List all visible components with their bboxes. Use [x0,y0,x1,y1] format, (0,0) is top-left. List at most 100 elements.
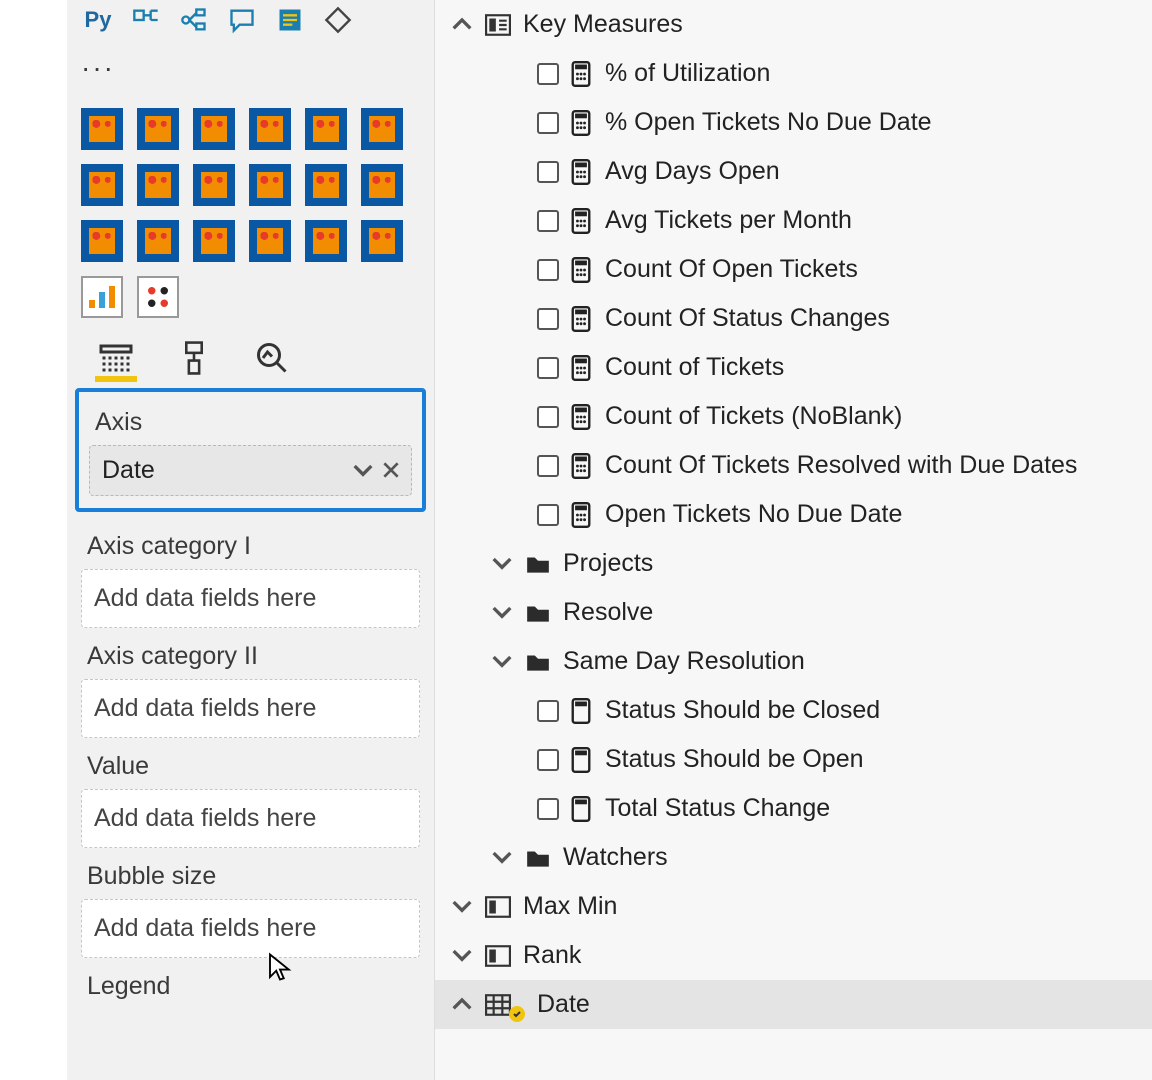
custom-visual-icon[interactable] [193,108,235,150]
field-label: Status Should be Closed [605,696,880,725]
custom-visual-icon[interactable] [137,164,179,206]
visualizations-panel: ▭ ▭ ▭ ▦ ▦ R Py ··· [67,0,435,1080]
checkbox[interactable] [537,357,559,379]
checkbox[interactable] [537,112,559,134]
tree-field[interactable]: % of Utilization [435,49,1152,98]
field-label: Avg Days Open [605,157,780,186]
custom-visual-icon[interactable] [361,220,403,262]
custom-visual-icon[interactable] [305,164,347,206]
tree-field[interactable]: Avg Days Open [435,147,1152,196]
remove-icon[interactable] [383,456,399,485]
tree-field[interactable]: Count of Tickets (NoBlank) [435,392,1152,441]
checkbox[interactable] [537,749,559,771]
measure-icon [571,747,593,773]
custom-visual-icon[interactable] [361,164,403,206]
tree-field[interactable]: % Open Tickets No Due Date [435,98,1152,147]
measure-icon [571,355,593,381]
custom-visual-icon[interactable] [137,276,179,318]
viz-python-icon[interactable]: Py [81,5,115,35]
viz-getmore-icon[interactable] [321,5,355,35]
viz-qna-icon[interactable] [225,5,259,35]
tree-field[interactable]: Open Tickets No Due Date [435,490,1152,539]
viz-more-icon[interactable]: ··· [67,46,434,90]
custom-visual-icon[interactable] [137,108,179,150]
custom-visual-icon[interactable] [249,164,291,206]
tree-field[interactable]: Total Status Change [435,784,1152,833]
table-label: Max Min [523,892,617,921]
checkbox[interactable] [537,161,559,183]
tree-folder[interactable]: Projects [435,539,1152,588]
custom-visual-icon[interactable] [81,220,123,262]
checkbox[interactable] [537,63,559,85]
custom-visual-icon[interactable] [137,220,179,262]
tree-table[interactable]: Max Min [435,882,1152,931]
folder-icon [525,602,551,624]
field-label: Count Of Status Changes [605,304,890,333]
checkbox[interactable] [537,259,559,281]
checkbox[interactable] [537,308,559,330]
tree-table-date[interactable]: Date [435,980,1152,1029]
checkbox[interactable] [537,455,559,477]
tree-folder[interactable]: Same Day Resolution [435,637,1152,686]
tab-analytics[interactable] [251,340,293,382]
field-wells: Axis Date Axis category I Add data field… [67,382,434,1019]
folder-label: Resolve [563,598,653,627]
custom-visual-icon[interactable] [249,220,291,262]
well-axiscat2-drop[interactable]: Add data fields here [81,679,420,738]
well-value-label: Value [81,742,420,789]
chevron-down-icon [491,554,513,574]
custom-visual-icon[interactable] [305,220,347,262]
tree-field[interactable]: Status Should be Closed [435,686,1152,735]
chevron-down-icon [451,897,473,917]
folder-label: Same Day Resolution [563,647,805,676]
tree-field[interactable]: Status Should be Open [435,735,1152,784]
checkbox[interactable] [537,406,559,428]
viz-decomposition-icon[interactable] [177,5,211,35]
tree-field[interactable]: Count of Tickets [435,343,1152,392]
custom-visual-icon[interactable] [305,108,347,150]
well-axiscat1-label: Axis category I [81,522,420,569]
measure-icon [571,404,593,430]
tree-field[interactable]: Count Of Open Tickets [435,245,1152,294]
folder-icon [525,553,551,575]
field-label: Count of Tickets (NoBlank) [605,402,902,431]
measure-icon [571,159,593,185]
tree-folder-watchers[interactable]: Watchers [435,833,1152,882]
tree-field[interactable]: Count Of Status Changes [435,294,1152,343]
checkbox[interactable] [537,504,559,526]
well-axiscat1-drop[interactable]: Add data fields here [81,569,420,628]
viz-keyinfluencers-icon[interactable] [129,5,163,35]
well-bubble-drop[interactable]: Add data fields here [81,899,420,958]
tab-format[interactable] [173,340,215,382]
measure-icon [571,453,593,479]
custom-visual-icon[interactable] [81,276,123,318]
custom-visual-icon[interactable] [81,164,123,206]
field-label: % Open Tickets No Due Date [605,108,932,137]
tree-table[interactable]: Rank [435,931,1152,980]
checkbox[interactable] [537,700,559,722]
custom-visual-icon[interactable] [249,108,291,150]
measure-icon [571,110,593,136]
tree-field[interactable]: Avg Tickets per Month [435,196,1152,245]
measure-icon [571,257,593,283]
chevron-down-icon [451,946,473,966]
custom-visual-icon[interactable] [81,108,123,150]
custom-visual-icon[interactable] [193,164,235,206]
tree-table-keymeasures[interactable]: Key Measures [435,0,1152,49]
field-label: Status Should be Open [605,745,864,774]
custom-visual-icon[interactable] [361,108,403,150]
checkbox[interactable] [537,210,559,232]
checkbox[interactable] [537,798,559,820]
tab-fields[interactable] [95,340,137,382]
well-bubble-label: Bubble size [81,852,420,899]
well-axiscat2-label: Axis category II [81,632,420,679]
tree-folder[interactable]: Resolve [435,588,1152,637]
viz-smartnarrative-icon[interactable] [273,5,307,35]
well-axis-field[interactable]: Date [89,445,412,496]
custom-visual-icon[interactable] [193,220,235,262]
tree-field[interactable]: Count Of Tickets Resolved with Due Dates [435,441,1152,490]
chevron-down-icon[interactable] [353,456,373,485]
well-value-drop[interactable]: Add data fields here [81,789,420,848]
chevron-up-icon [451,995,473,1015]
field-label: Count of Tickets [605,353,784,382]
